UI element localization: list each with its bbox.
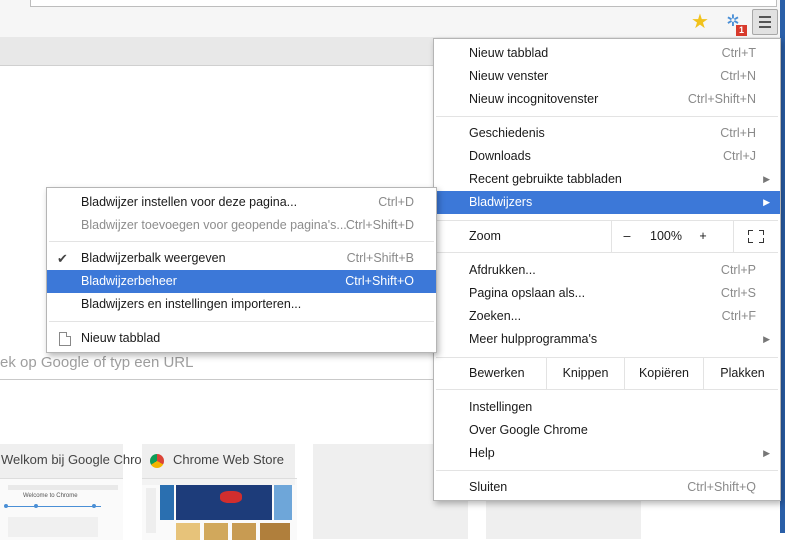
page-icon	[59, 332, 71, 346]
tile-title: Welkom bij Google Chrome	[1, 452, 160, 467]
copy-button[interactable]: Kopiëren	[624, 358, 703, 389]
edit-label: Bewerken	[469, 366, 525, 380]
submenu-item-bookmark-new-tab[interactable]: Nieuw tabblad	[47, 327, 436, 350]
address-bar[interactable]	[30, 0, 777, 7]
menu-separator	[49, 241, 434, 242]
menu-item-downloads[interactable]: Downloads Ctrl+J	[434, 145, 780, 168]
tile-thumbnail	[142, 478, 297, 540]
menu-item-print[interactable]: Afdrukken... Ctrl+P	[434, 259, 780, 282]
tile-title: Chrome Web Store	[173, 452, 285, 467]
zoom-in-button[interactable]: +	[691, 221, 715, 252]
submenu-item-bookmark-open-pages: Bladwijzer toevoegen voor geopende pagin…	[81, 218, 414, 232]
search-placeholder: ek op Google of typ een URL	[0, 354, 194, 371]
submenu-arrow-icon: ▶	[763, 334, 770, 344]
submenu-item-show-bookmarks-bar[interactable]: ✔ Bladwijzerbalk weergeven Ctrl+Shift+B	[47, 247, 436, 270]
paste-button[interactable]: Plakken	[703, 358, 781, 389]
zoom-level: 100%	[650, 229, 682, 243]
menu-edit-row: Bewerken Knippen Kopiëren Plakken	[434, 358, 780, 389]
menu-item-save-page-as[interactable]: Pagina opslaan als... Ctrl+S	[434, 282, 780, 305]
menu-zoom-row: Zoom – 100% +	[434, 221, 780, 252]
cut-button[interactable]: Knippen	[546, 358, 624, 389]
chrome-menu-button[interactable]	[752, 9, 778, 35]
menu-item-recent-tabs[interactable]: Recent gebruikte tabbladen ▶	[434, 168, 780, 191]
submenu-arrow-icon: ▶	[763, 448, 770, 458]
menu-item-new-incognito-window[interactable]: Nieuw incognitovenster Ctrl+Shift+N	[434, 88, 780, 111]
tile-thumbnail: Welcome to Chrome	[0, 478, 123, 540]
menu-item-about-chrome[interactable]: Over Google Chrome	[434, 419, 780, 442]
menu-item-new-window[interactable]: Nieuw venster Ctrl+N	[434, 65, 780, 88]
menu-item-find[interactable]: Zoeken... Ctrl+F	[434, 305, 780, 328]
bookmark-star-icon[interactable]: ★	[689, 10, 711, 33]
menu-separator	[49, 321, 434, 322]
submenu-arrow-icon: ▶	[763, 197, 770, 207]
submenu-item-bookmark-manager[interactable]: Bladwijzerbeheer Ctrl+Shift+O	[47, 270, 436, 293]
chrome-web-store-icon	[150, 454, 164, 468]
zoom-label: Zoom	[469, 229, 501, 243]
menu-item-bookmarks[interactable]: Bladwijzers ▶	[434, 191, 780, 214]
zoom-out-button[interactable]: –	[611, 221, 642, 252]
menu-item-settings[interactable]: Instellingen	[434, 396, 780, 419]
most-visited-tile[interactable]: Chrome Web Store	[142, 444, 297, 540]
submenu-item-bookmark-this-page[interactable]: Bladwijzer instellen voor deze pagina...…	[47, 191, 436, 214]
hamburger-menu-icon	[759, 16, 771, 18]
submenu-arrow-icon: ▶	[763, 174, 770, 184]
extension-badge: 1	[736, 25, 747, 36]
submenu-item-import-bookmarks[interactable]: Bladwijzers en instellingen importeren..…	[47, 293, 436, 316]
menu-item-history[interactable]: Geschiedenis Ctrl+H	[434, 122, 780, 145]
bookmarks-submenu: Bladwijzer instellen voor deze pagina...…	[46, 187, 437, 353]
fullscreen-button[interactable]	[733, 221, 780, 252]
menu-separator	[436, 470, 778, 471]
menu-item-exit[interactable]: Sluiten Ctrl+Shift+Q	[434, 476, 780, 499]
menu-item-new-tab[interactable]: Nieuw tabblad Ctrl+T	[434, 42, 780, 65]
chrome-main-menu: Nieuw tabblad Ctrl+T Nieuw venster Ctrl+…	[433, 38, 781, 501]
menu-item-help[interactable]: Help ▶	[434, 442, 780, 465]
menu-separator	[436, 116, 778, 117]
most-visited-tile[interactable]: Welkom bij Google Chrome Welcome to Chro…	[0, 444, 160, 540]
menu-separator	[436, 252, 778, 253]
fullscreen-icon	[748, 230, 764, 243]
menu-separator	[436, 389, 778, 390]
menu-item-more-tools[interactable]: Meer hulpprogramma's ▶	[434, 328, 780, 351]
checkmark-icon: ✔	[57, 251, 68, 266]
thumb-caption: Welcome to Chrome	[23, 493, 78, 499]
